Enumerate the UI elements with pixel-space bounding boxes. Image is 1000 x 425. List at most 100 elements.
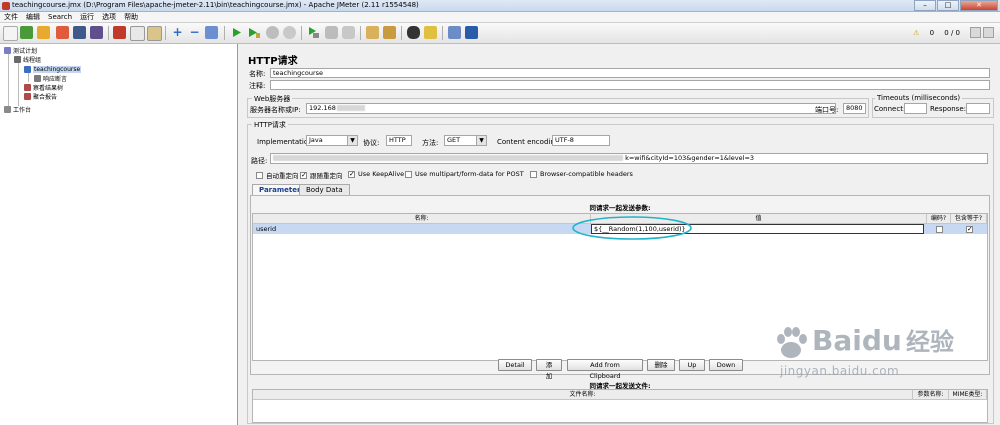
port-label: 端口号: [815, 106, 839, 114]
auto-redirect-checkbox[interactable]: 自动重定向 [256, 170, 299, 180]
browser-headers-checkbox[interactable]: Browser-compatible headers [530, 170, 633, 178]
checkbox-box: ✓ [348, 169, 355, 178]
tree-node-response-assertion[interactable]: 响应断言 [34, 74, 67, 83]
minimize-button[interactable]: – [914, 0, 936, 11]
menu-edit[interactable]: 编辑 [22, 12, 44, 23]
watermark-brand: Baidu [812, 324, 902, 357]
content-encoding-input[interactable]: UTF-8 [552, 135, 610, 146]
expand-all-icon[interactable]: + [171, 26, 184, 39]
assertion-icon [34, 75, 41, 82]
watermark-brand-cn: 经验 [906, 328, 954, 356]
tab-body-data[interactable]: Body Data [299, 184, 350, 195]
down-button[interactable]: Down [709, 359, 743, 371]
remote-stop-icon[interactable] [325, 26, 338, 39]
collapse-all-icon[interactable]: − [188, 26, 201, 39]
log-viewer-icon[interactable] [983, 27, 994, 38]
clear-all-icon[interactable] [383, 26, 396, 39]
warning-icon: ⚠ [913, 29, 920, 37]
connect-timeout-input[interactable] [904, 103, 927, 114]
col-header-param-name[interactable]: 参数名称: [913, 390, 949, 400]
delete-button[interactable]: 删除 [647, 359, 675, 371]
new-file-icon[interactable] [3, 26, 18, 41]
tree-node-workbench[interactable]: 工作台 [4, 105, 31, 114]
keepalive-checkbox[interactable]: ✓ Use KeepAlive [348, 170, 404, 178]
add-from-clipboard-button[interactable]: Add from Clipboard [567, 359, 643, 380]
http-request-group-title: HTTP请求 [252, 120, 288, 130]
comment-input[interactable] [270, 80, 990, 90]
checkbox-box: ✓ [300, 170, 307, 179]
remote-shutdown-icon[interactable] [342, 26, 355, 39]
shutdown-icon[interactable] [283, 26, 296, 39]
tree-node-thread-group[interactable]: 线程组 [14, 55, 41, 64]
param-include-equals-checkbox[interactable]: ✓ [966, 226, 973, 233]
help-icon[interactable] [465, 26, 478, 39]
up-button[interactable]: Up [679, 359, 705, 371]
baidu-paw-logo [777, 327, 807, 358]
toggle-icon[interactable] [205, 26, 218, 39]
stop-icon[interactable] [266, 26, 279, 39]
detail-button[interactable]: Detail [498, 359, 532, 371]
close-file-icon[interactable] [56, 26, 69, 39]
menu-options[interactable]: 选项 [98, 12, 120, 23]
server-input[interactable]: 192.168 [306, 103, 836, 114]
tree-node-view-results-tree[interactable]: 察看结果树 [24, 83, 63, 92]
files-table: 文件名称: 参数名称: MIME类型: [252, 389, 988, 423]
copy-icon[interactable] [130, 26, 145, 41]
templates-icon[interactable] [20, 26, 33, 39]
method-select[interactable]: GET ▼ [444, 135, 487, 146]
implementation-select[interactable]: Java ▼ [306, 135, 358, 146]
tree-node-test-plan[interactable]: 测试计划 [4, 46, 37, 55]
window-title: teachingcourse.jmx (D:\Program Files\apa… [12, 1, 419, 9]
thread-counts: ⚠ 0 0 / 0 [905, 29, 960, 37]
clear-icon[interactable] [366, 26, 379, 39]
jmeter-app-icon [2, 2, 10, 10]
connect-label: Connect: [874, 105, 906, 113]
param-encode-checkbox[interactable] [936, 226, 943, 233]
menu-help[interactable]: 帮助 [120, 12, 142, 23]
path-label: 路径: [251, 157, 268, 165]
highlight-ellipse [572, 216, 692, 240]
menu-bar: 文件 编辑 Search 运行 选项 帮助 [0, 12, 1000, 23]
protocol-input[interactable]: HTTP [386, 135, 412, 146]
start-no-pause-icon[interactable] [247, 26, 260, 39]
cut-icon[interactable] [113, 26, 126, 39]
col-header-name[interactable]: 名称: [253, 214, 591, 224]
menu-run[interactable]: 运行 [76, 12, 98, 23]
thread-group-icon [14, 56, 21, 63]
param-name-cell[interactable]: userid [256, 225, 276, 233]
server-label: 服务器名称或IP: [250, 106, 301, 114]
col-header-include-equals[interactable]: 包含等于? [951, 214, 987, 224]
port-input[interactable]: 8080 [843, 103, 866, 114]
paste-icon[interactable] [147, 26, 162, 41]
close-button[interactable]: ✕ [960, 0, 998, 11]
menu-search[interactable]: Search [44, 12, 76, 23]
follow-redirect-checkbox[interactable]: ✓ 跟随重定向 [300, 170, 343, 180]
tree-node-http-request[interactable]: teachingcourse [24, 65, 82, 74]
http-sampler-icon [24, 66, 31, 73]
remote-start-icon[interactable] [307, 26, 320, 39]
function-helper-icon[interactable] [448, 26, 461, 39]
maximize-button[interactable]: □ [937, 0, 959, 11]
page-title: HTTP请求 [248, 56, 298, 67]
name-input[interactable]: teachingcourse [270, 68, 990, 78]
save-as-icon[interactable] [90, 26, 103, 39]
start-icon[interactable] [230, 26, 243, 39]
menu-file[interactable]: 文件 [0, 12, 22, 23]
listener-icon [24, 93, 31, 100]
multipart-post-checkbox[interactable]: Use multipart/form-data for POST [405, 170, 524, 178]
test-plan-tree: 测试计划 线程组 teachingcourse 响应断言 察看结果树 聚合报告 … [0, 44, 238, 425]
col-header-file-name[interactable]: 文件名称: [253, 390, 913, 400]
col-header-encode[interactable]: 编码? [927, 214, 951, 224]
col-header-mime-type[interactable]: MIME类型: [949, 390, 987, 400]
reset-search-icon[interactable] [424, 26, 437, 39]
path-input[interactable]: k=wifi&cityId=103&gender=1&level=3 [270, 153, 988, 164]
save-icon[interactable] [73, 26, 86, 39]
add-button[interactable]: 添加 [536, 359, 562, 380]
tree-node-aggregate-report[interactable]: 聚合报告 [24, 92, 57, 101]
listener-icon [24, 84, 31, 91]
response-timeout-input[interactable] [966, 103, 990, 114]
search-binoculars-icon[interactable] [407, 26, 420, 39]
comment-label: 注释: [249, 82, 266, 90]
test-plan-icon [4, 47, 11, 54]
open-folder-icon[interactable] [37, 26, 50, 39]
